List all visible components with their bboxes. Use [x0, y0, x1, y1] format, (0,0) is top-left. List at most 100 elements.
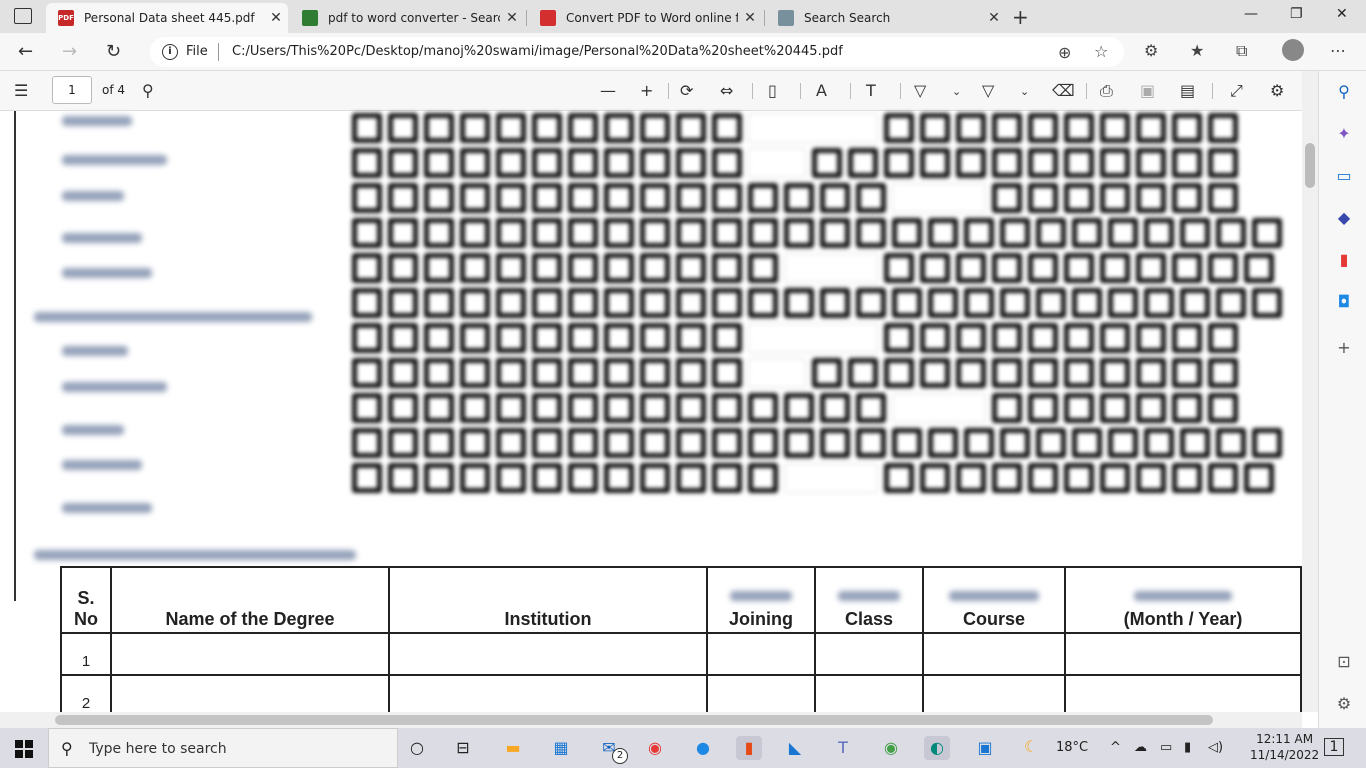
zoom-out-icon[interactable]: — — [600, 81, 616, 100]
notification-icon[interactable]: 1 — [1324, 738, 1344, 756]
header-institution: Institution — [388, 566, 708, 634]
chevron-down-icon[interactable]: ⌄ — [952, 85, 961, 98]
tab-convert[interactable]: Convert PDF to Word online for f ✕ — [528, 3, 762, 33]
forward-button[interactable]: → — [62, 41, 77, 62]
table-cell — [1064, 632, 1302, 676]
table-cell — [814, 632, 924, 676]
close-icon[interactable]: ✕ — [982, 10, 1006, 26]
chrome-profile-icon[interactable]: ◉ — [878, 736, 904, 760]
find-icon[interactable]: ⚲ — [142, 81, 154, 100]
text-box-icon[interactable]: T — [866, 81, 876, 100]
weather-temp[interactable]: 18°C — [1056, 740, 1088, 755]
info-icon[interactable]: i — [162, 44, 178, 60]
vertical-scrollbar[interactable] — [1302, 71, 1318, 712]
save-icon[interactable]: ▣ — [1140, 81, 1155, 100]
taskbar-search[interactable]: ⚲ Type here to search — [48, 728, 398, 768]
battery-icon[interactable]: ▮ — [1184, 740, 1191, 755]
tab-pdf[interactable]: PDF Personal Data sheet 445.pdf ✕ — [46, 3, 288, 33]
zoom-in-icon[interactable]: + — [640, 81, 653, 100]
edge-icon[interactable]: ◐ — [924, 736, 950, 760]
windows-start-icon[interactable] — [15, 740, 33, 758]
header-sno: S. No — [60, 566, 112, 634]
close-icon[interactable]: ✕ — [500, 10, 524, 26]
favorites-icon[interactable]: ★ — [1190, 41, 1204, 60]
store-icon[interactable]: ▦ — [548, 736, 574, 760]
contents-icon[interactable]: ☰ — [14, 81, 28, 100]
weather-icon[interactable]: ☾ — [1024, 737, 1038, 756]
close-window-button[interactable]: ✕ — [1336, 6, 1348, 22]
zoom-icon[interactable]: ⊕ — [1058, 43, 1071, 62]
hide-sidebar-icon[interactable]: ⊡ — [1333, 651, 1355, 673]
add-icon[interactable]: + — [1333, 337, 1355, 359]
rotate-icon[interactable]: ⟳ — [680, 81, 693, 100]
shopping-icon[interactable]: ▭ — [1333, 165, 1355, 187]
paint-icon[interactable]: ▣ — [972, 736, 998, 760]
horizontal-scrollbar[interactable] — [0, 712, 1302, 728]
read-aloud-icon[interactable]: A — [816, 81, 827, 100]
url-box[interactable]: i File C:/Users/This%20Pc/Desktop/manoj%… — [150, 37, 1124, 67]
tab-search[interactable]: pdf to word converter - Search ✕ — [290, 3, 524, 33]
table-cell — [706, 632, 816, 676]
office-icon[interactable]: ▮ — [1333, 249, 1355, 271]
onedrive-icon[interactable]: ☁ — [1134, 740, 1147, 755]
pdf-toolbar: ☰ 1 of 4 ⚲ — + ⟳ ⇔ ▯ A T ▽ ⌄ ▽ ⌄ ⌫ ⎙ ▣ ▤… — [0, 71, 1318, 111]
settings-icon[interactable]: ⚙ — [1270, 81, 1284, 100]
fullscreen-icon[interactable]: ⤢ — [1230, 81, 1243, 101]
search-icon[interactable]: ⚲ — [1333, 81, 1355, 103]
table-cell — [1064, 674, 1302, 718]
sidebar-settings-icon[interactable]: ⚙ — [1333, 693, 1355, 715]
refresh-button[interactable]: ↻ — [106, 41, 121, 62]
blurred-label — [62, 425, 124, 435]
blurred-label — [62, 382, 167, 392]
blurred-label — [34, 312, 312, 322]
vscode-icon[interactable]: ◣ — [782, 736, 808, 760]
chrome-icon[interactable]: ◉ — [642, 736, 668, 760]
print-icon[interactable]: ⎙ — [1100, 81, 1113, 101]
tools-icon[interactable]: ◆ — [1333, 207, 1355, 229]
save-as-icon[interactable]: ▤ — [1180, 81, 1195, 100]
favorite-add-icon[interactable]: ☆ — [1094, 42, 1108, 61]
page-number-input[interactable]: 1 — [52, 76, 92, 104]
network-icon[interactable]: ▭ — [1160, 740, 1172, 755]
zoom-app-icon[interactable]: ● — [690, 736, 716, 760]
draw-icon[interactable]: ▽ — [914, 81, 926, 100]
clock[interactable]: 12:11 AM 11/14/2022 — [1250, 731, 1319, 763]
outlook-icon[interactable]: ◘ — [1333, 291, 1355, 313]
tray-chevron-icon[interactable]: ^ — [1110, 740, 1121, 755]
header-course: Course — [922, 566, 1066, 634]
page-icon — [778, 10, 794, 26]
back-button[interactable]: ← — [18, 41, 33, 62]
blurred-label — [62, 346, 128, 356]
teams-icon[interactable]: T — [830, 736, 856, 760]
eraser-icon[interactable]: ⌫ — [1052, 81, 1075, 100]
tab-title: pdf to word converter - Search — [328, 11, 500, 25]
close-icon[interactable]: ✕ — [264, 10, 288, 26]
table-cell — [814, 674, 924, 718]
volume-icon[interactable]: ◁) — [1208, 740, 1223, 755]
copilot-icon[interactable]: ✦ — [1333, 123, 1355, 145]
cortana-icon[interactable]: ○ — [404, 736, 430, 760]
file-explorer-icon[interactable]: ▬ — [500, 736, 526, 760]
header-degree: Name of the Degree — [110, 566, 390, 634]
office-app-icon[interactable]: ▮ — [736, 736, 762, 760]
blurred-label — [62, 233, 142, 243]
task-view-icon[interactable]: ⊟ — [450, 736, 476, 760]
extensions-icon[interactable]: ⚙ — [1144, 41, 1158, 60]
more-icon[interactable]: ⋯ — [1330, 41, 1346, 60]
highlight-icon[interactable]: ▽ — [982, 81, 994, 100]
tab-search-search[interactable]: Search Search ✕ — [766, 3, 1006, 33]
table-cell — [110, 674, 390, 718]
table-cell — [922, 632, 1066, 676]
url-text[interactable]: C:/Users/This%20Pc/Desktop/manoj%20swami… — [232, 44, 843, 59]
tab-title: Search Search — [804, 11, 891, 25]
restore-button[interactable]: ❐ — [1290, 6, 1303, 22]
fit-page-icon[interactable]: ⇔ — [720, 81, 733, 100]
tab-actions-icon[interactable] — [14, 8, 32, 24]
new-tab-button[interactable]: + — [1012, 5, 1029, 29]
close-icon[interactable]: ✕ — [738, 10, 762, 26]
profile-avatar[interactable] — [1282, 39, 1304, 61]
chevron-down-icon[interactable]: ⌄ — [1020, 85, 1029, 98]
collections-icon[interactable]: ⧉ — [1236, 41, 1247, 61]
page-view-icon[interactable]: ▯ — [768, 81, 777, 100]
minimize-button[interactable]: — — [1244, 6, 1258, 22]
